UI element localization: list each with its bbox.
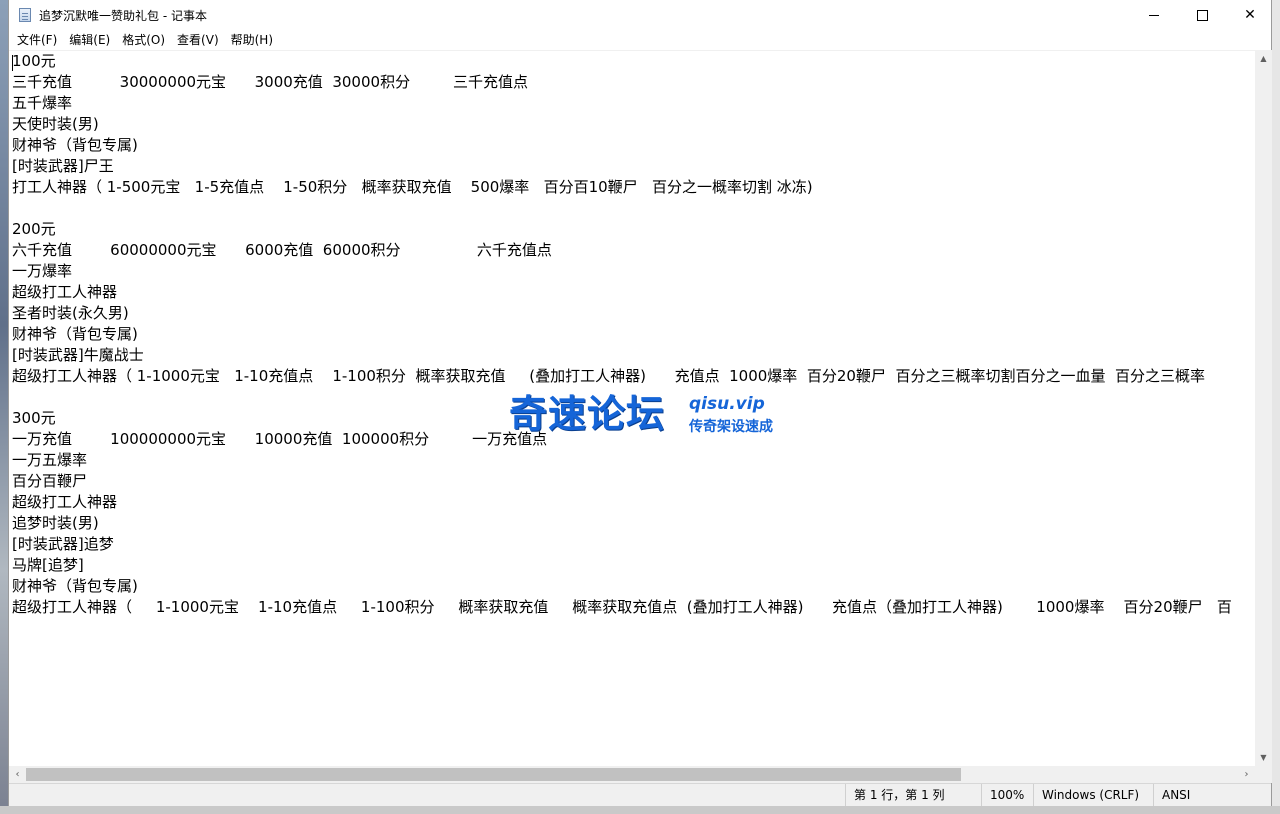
watermark-domain: qisu.vip xyxy=(689,394,765,414)
maximize-button[interactable] xyxy=(1179,0,1225,30)
menu-format[interactable]: 格式(O) xyxy=(116,30,171,50)
scrollbar-corner xyxy=(1255,766,1272,783)
text-line xyxy=(9,198,1255,219)
status-bar: 第 1 行，第 1 列 100% Windows (CRLF) ANSI xyxy=(9,783,1271,806)
scroll-right-icon[interactable]: › xyxy=(1238,766,1255,783)
horizontal-scroll-thumb[interactable] xyxy=(26,768,961,781)
text-line: 天使时装(男) xyxy=(12,115,99,133)
desktop-background-bottom xyxy=(0,806,1280,814)
scroll-down-icon[interactable]: ▼ xyxy=(1255,749,1272,766)
menu-edit[interactable]: 编辑(E) xyxy=(63,30,116,50)
text-line: 五千爆率 xyxy=(12,94,73,112)
text-line: 200元 xyxy=(12,220,56,238)
vertical-scrollbar[interactable]: ▲ ▼ xyxy=(1255,50,1272,766)
notepad-window: 追梦沉默唯一赞助礼包 - 记事本 ✕ 文件(F) 编辑(E) 格式(O) 查看(… xyxy=(8,0,1272,806)
text-caret xyxy=(12,55,13,71)
text-line: 圣者时装(永久男) xyxy=(12,304,129,322)
desktop-background-left xyxy=(0,0,8,814)
text-line: 100元 xyxy=(12,52,56,70)
minimize-icon xyxy=(1149,14,1159,16)
cursor-position: 第 1 行，第 1 列 xyxy=(845,784,981,806)
text-line: 三千充值 30000000元宝 3000充值 30000积分 三千充值点 xyxy=(12,73,528,91)
text-line: [时装武器]追梦 xyxy=(12,535,114,553)
zoom-level: 100% xyxy=(981,784,1033,806)
text-line: [时装武器]牛魔战士 xyxy=(12,346,144,364)
watermark-logo: 奇速论坛 qisu.vip 传奇架设速成 xyxy=(509,390,799,440)
line-ending: Windows (CRLF) xyxy=(1033,784,1153,806)
notepad-icon[interactable] xyxy=(19,8,31,22)
text-line: 超级打工人神器 xyxy=(12,493,118,511)
menu-help[interactable]: 帮助(H) xyxy=(225,30,279,50)
text-line: 百分百鞭尸 xyxy=(12,472,88,490)
close-icon: ✕ xyxy=(1244,7,1256,23)
text-line: 一万爆率 xyxy=(12,262,73,280)
text-line: 一万五爆率 xyxy=(12,451,88,469)
title-bar[interactable]: 追梦沉默唯一赞助礼包 - 记事本 ✕ xyxy=(9,0,1271,30)
minimize-button[interactable] xyxy=(1131,0,1177,30)
watermark-slogan: 传奇架设速成 xyxy=(689,419,773,435)
window-title: 追梦沉默唯一赞助礼包 - 记事本 xyxy=(39,9,207,23)
text-line: 超级打工人神器 xyxy=(12,283,118,301)
encoding: ANSI xyxy=(1153,784,1272,806)
text-line: 打工人神器（ 1-500元宝 1-5充值点 1-50积分 概率获取充值 500爆… xyxy=(12,178,813,196)
text-line: 财神爷（背包专属) xyxy=(12,136,138,154)
text-line: 财神爷（背包专属) xyxy=(12,325,138,343)
text-line: 追梦时装(男) xyxy=(12,514,99,532)
text-line: 马牌[追梦] xyxy=(12,556,84,574)
menu-bar: 文件(F) 编辑(E) 格式(O) 查看(V) 帮助(H) xyxy=(9,30,1271,50)
text-line: [时装武器]尸王 xyxy=(12,157,114,175)
scroll-left-icon[interactable]: ‹ xyxy=(9,766,26,783)
text-line: 超级打工人神器（ 1-1000元宝 1-10充值点 1-100积分 概率获取充值… xyxy=(12,598,1232,616)
text-line: 六千充值 60000000元宝 6000充值 60000积分 六千充值点 xyxy=(12,241,552,259)
scroll-up-icon[interactable]: ▲ xyxy=(1255,50,1272,67)
text-line: 超级打工人神器（ 1-1000元宝 1-10充值点 1-100积分 概率获取充值… xyxy=(12,367,1206,385)
desktop-background-right xyxy=(1272,0,1280,814)
horizontal-scrollbar[interactable]: ‹ › xyxy=(9,766,1255,783)
menu-view[interactable]: 查看(V) xyxy=(171,30,225,50)
menu-file[interactable]: 文件(F) xyxy=(11,30,63,50)
text-line: 财神爷（背包专属) xyxy=(12,577,138,595)
watermark-name: 奇速论坛 xyxy=(509,392,666,436)
maximize-icon xyxy=(1196,9,1208,21)
close-button[interactable]: ✕ xyxy=(1227,0,1273,30)
